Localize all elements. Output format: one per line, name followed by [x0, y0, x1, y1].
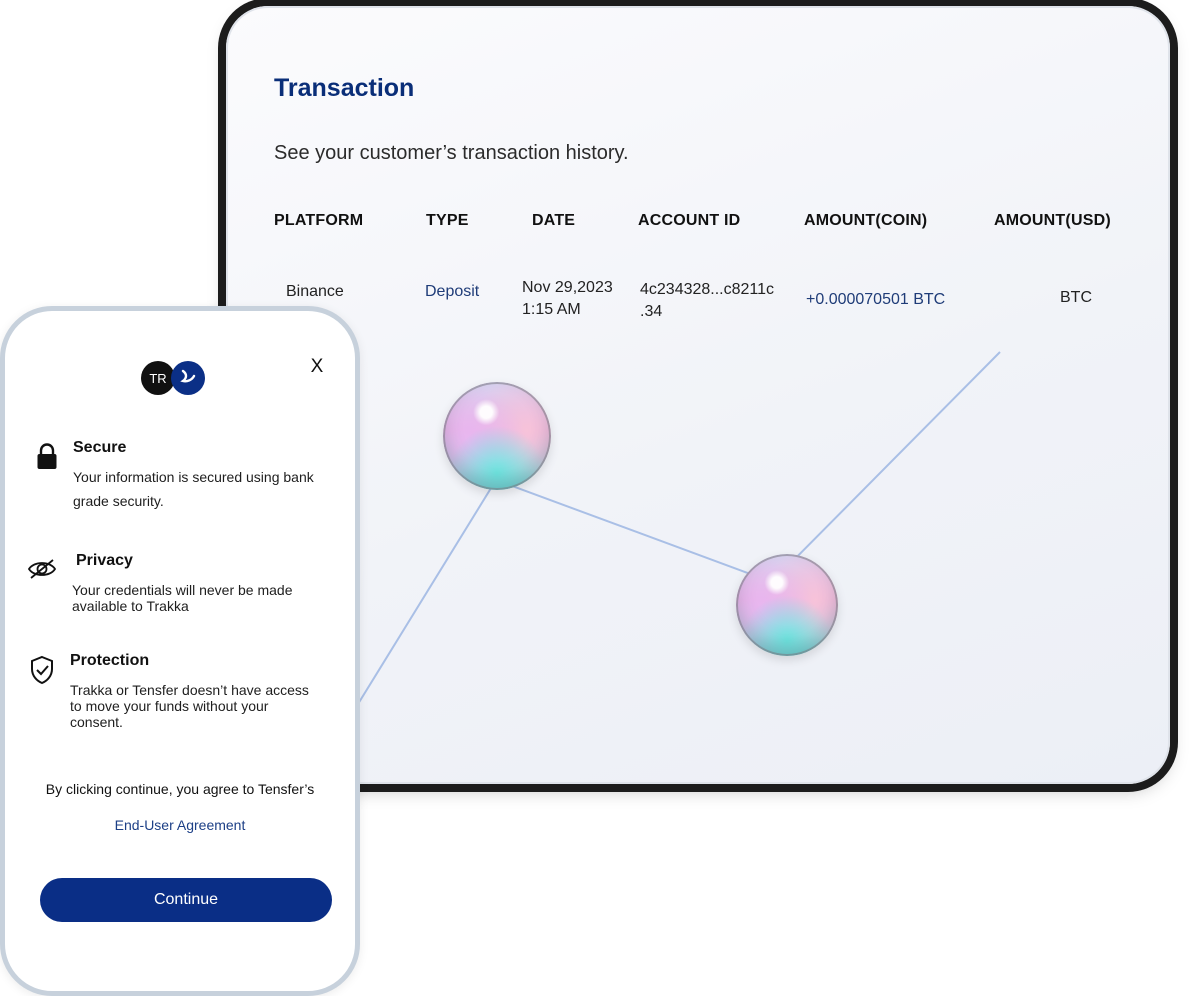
page-title: Transaction	[274, 74, 415, 102]
consent-modal: TR X Secure Your information is secured …	[0, 306, 360, 996]
cell-platform: Binance	[286, 283, 344, 300]
cell-date-line2: 1:15 AM	[522, 301, 581, 318]
column-header-amount-usd: AMOUNT(USD)	[994, 212, 1111, 229]
feature-desc-protection-line1: Trakka or Tensfer doesn’t have access	[70, 682, 309, 698]
continue-button[interactable]: Continue	[40, 878, 332, 922]
feature-desc-privacy-line1: Your credentials will never be made	[72, 582, 293, 598]
cell-amount-usd: BTC	[1060, 289, 1092, 306]
cell-account-id-line2: .34	[640, 303, 663, 320]
feature-title-privacy: Privacy	[76, 552, 133, 569]
column-header-amount-coin: AMOUNT(COIN)	[804, 212, 928, 229]
feature-title-secure: Secure	[73, 439, 127, 456]
page-subtitle: See your customer’s transaction history.	[274, 142, 629, 164]
column-header-date: DATE	[532, 212, 576, 229]
cell-account-id-line1: 4c234328...c8211c	[640, 281, 775, 298]
feature-desc-secure-line2: grade security.	[73, 493, 164, 509]
decorative-orb	[443, 382, 551, 490]
end-user-agreement-link[interactable]: End-User Agreement	[5, 817, 355, 833]
shield-check-icon	[31, 655, 53, 685]
decorative-line-graph	[357, 351, 1001, 705]
close-button[interactable]: X	[305, 355, 329, 379]
trakka-logo: TR	[141, 361, 175, 395]
cell-date-line1: Nov 29,2023	[522, 279, 613, 296]
agreement-text: By clicking continue, you agree to Tensf…	[45, 781, 315, 797]
transaction-card: Transaction See your customer’s transact…	[226, 6, 1170, 784]
cell-amount-coin: +0.000070501 BTC	[806, 291, 946, 308]
column-header-platform: PLATFORM	[274, 212, 364, 229]
column-header-account-id: ACCOUNT ID	[638, 212, 741, 229]
feature-desc-privacy-line2: available to Trakka	[72, 598, 189, 614]
decorative-orb	[736, 554, 838, 656]
feature-desc-secure-line1: Your information is secured using bank	[73, 469, 314, 485]
column-header-type: TYPE	[426, 212, 469, 229]
cell-type: Deposit	[425, 283, 480, 300]
tensfer-logo-icon	[171, 361, 205, 395]
eye-slash-icon	[27, 559, 57, 579]
lock-icon	[37, 443, 57, 469]
feature-desc-protection-line3: consent.	[70, 714, 123, 730]
feature-title-protection: Protection	[70, 652, 150, 669]
feature-desc-protection-line2: to move your funds without your	[70, 698, 269, 714]
